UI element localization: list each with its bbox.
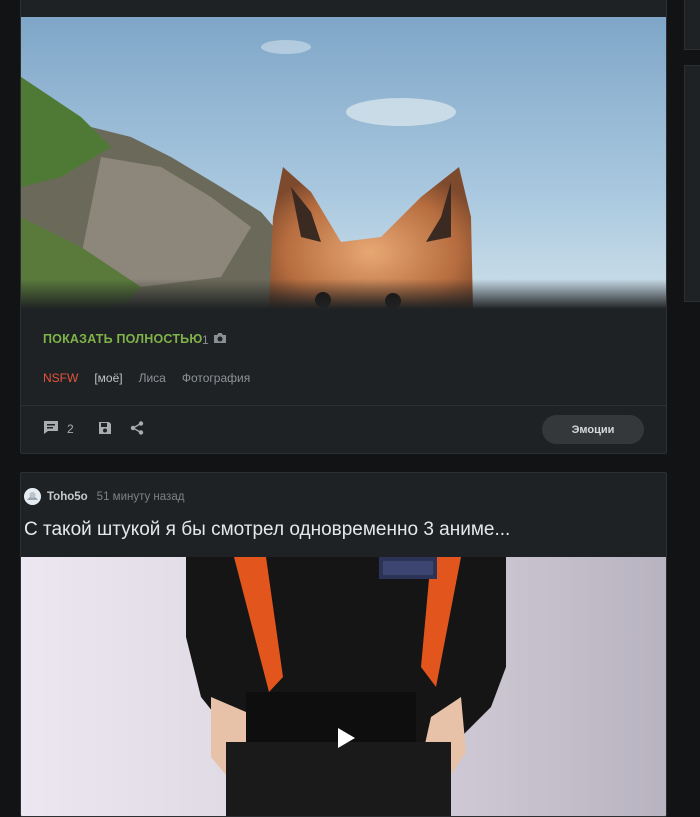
tag-fox[interactable]: Лиса bbox=[139, 371, 166, 385]
sidebar-panel-top bbox=[684, 0, 700, 50]
comments-button[interactable]: 2 bbox=[43, 420, 74, 438]
post-video[interactable] bbox=[21, 557, 666, 816]
post-image-fox[interactable] bbox=[21, 17, 666, 309]
share-button[interactable] bbox=[130, 420, 144, 438]
post-card: ПОКАЗАТЬ ПОЛНОСТЬЮ 1 NSFW [моё] Лиса Фот… bbox=[20, 0, 667, 454]
photo-count-value: 1 bbox=[202, 332, 209, 347]
tag-photo[interactable]: Фотография bbox=[182, 371, 250, 385]
share-icon bbox=[130, 420, 144, 438]
tag-list: NSFW [моё] Лиса Фотография bbox=[43, 371, 250, 385]
save-button[interactable] bbox=[98, 421, 112, 438]
post-author[interactable]: Toho5o 51 минуту назад bbox=[24, 488, 184, 505]
post-title[interactable]: С такой штукой я бы смотрел одновременно… bbox=[24, 519, 510, 541]
save-icon bbox=[98, 421, 112, 438]
photo-count: 1 bbox=[202, 332, 227, 347]
tag-nsfw[interactable]: NSFW bbox=[43, 371, 78, 385]
post-time: 51 минуту назад bbox=[96, 490, 185, 503]
divider bbox=[21, 405, 666, 406]
emotions-button[interactable]: Эмоции bbox=[542, 415, 644, 444]
camera-icon bbox=[213, 332, 227, 347]
tag-moe[interactable]: [моё] bbox=[94, 371, 122, 385]
comments-count: 2 bbox=[67, 422, 74, 436]
avatar[interactable] bbox=[24, 488, 41, 505]
post-actions: 2 bbox=[43, 420, 144, 438]
author-name[interactable]: Toho5o bbox=[47, 491, 88, 503]
comment-icon bbox=[43, 420, 59, 438]
sidebar-panel bbox=[684, 65, 700, 302]
show-full-button[interactable]: ПОКАЗАТЬ ПОЛНОСТЬЮ bbox=[43, 332, 202, 346]
